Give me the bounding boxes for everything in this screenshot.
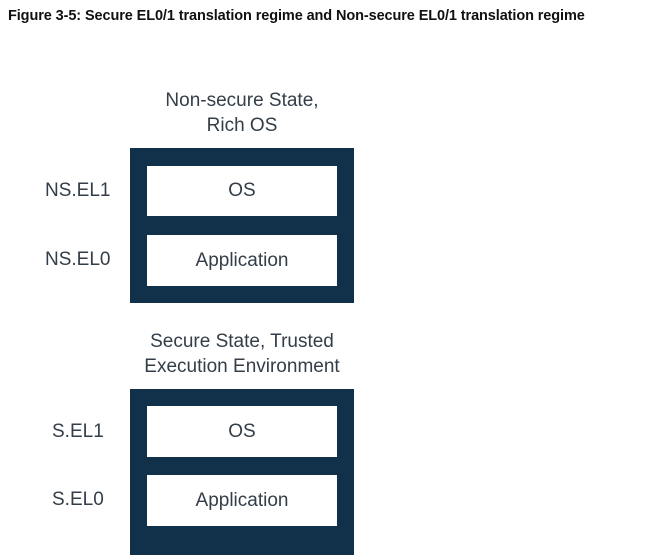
secure-title-line1: Secure State, Trusted [150, 331, 334, 352]
figure-caption: Figure 3-5: Secure EL0/1 translation reg… [8, 8, 585, 24]
nonsecure-title-line1: Non-secure State, [165, 90, 319, 111]
ns-el0-label: NS.EL0 [45, 249, 111, 270]
ns-application-box: Application [147, 235, 337, 286]
s-application-box: Application [147, 475, 337, 526]
ns-os-box: OS [147, 166, 337, 216]
secure-title-line2: Execution Environment [144, 356, 340, 377]
nonsecure-title: Non-secure State, Rich OS [130, 88, 354, 138]
s-el1-label: S.EL1 [52, 421, 104, 442]
s-os-box: OS [147, 406, 337, 457]
nonsecure-title-line2: Rich OS [206, 115, 278, 136]
secure-title: Secure State, Trusted Execution Environm… [122, 329, 362, 379]
ns-el1-label: NS.EL1 [45, 180, 111, 201]
s-el0-label: S.EL0 [52, 489, 104, 510]
